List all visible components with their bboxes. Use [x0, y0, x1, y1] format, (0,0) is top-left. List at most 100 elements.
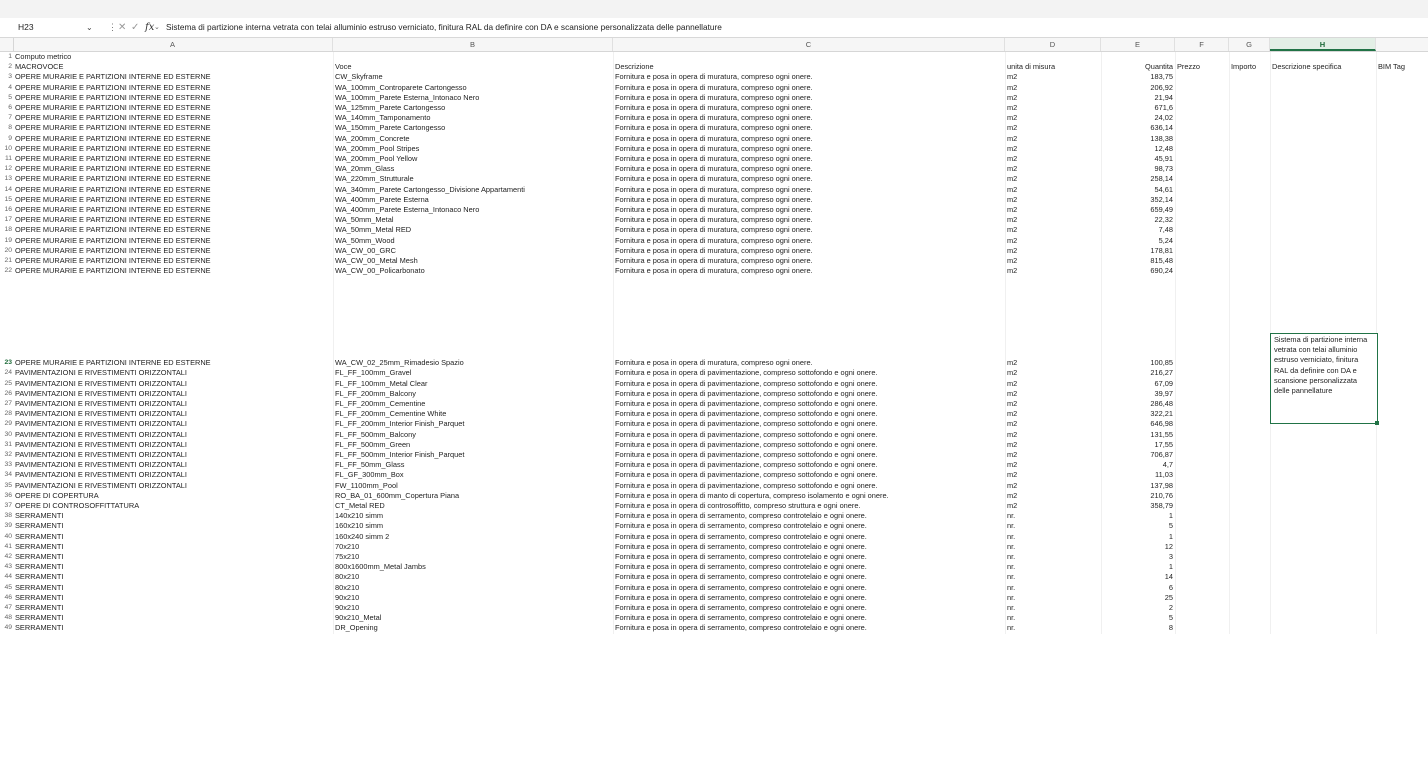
- cell-d[interactable]: m2: [1005, 481, 1101, 491]
- column-header-c[interactable]: C: [613, 38, 1005, 51]
- cell-a[interactable]: OPERE MURARIE E PARTIZIONI INTERNE ED ES…: [13, 134, 333, 144]
- cell-a[interactable]: OPERE MURARIE E PARTIZIONI INTERNE ED ES…: [13, 72, 333, 82]
- cell-c[interactable]: Fornitura e posa in opera di muratura, c…: [613, 215, 1005, 225]
- cell-b[interactable]: WA_20mm_Glass: [333, 164, 613, 174]
- row-number[interactable]: 3: [0, 72, 13, 82]
- cell-e[interactable]: 98,73: [1101, 164, 1175, 174]
- cell-b[interactable]: FL_FF_500mm_Balcony: [333, 430, 613, 440]
- row-number[interactable]: 19: [0, 236, 13, 246]
- cell-d[interactable]: nr.: [1005, 542, 1101, 552]
- row-number[interactable]: 42: [0, 552, 13, 562]
- cell-c[interactable]: Fornitura e posa in opera di muratura, c…: [613, 195, 1005, 205]
- cell-a[interactable]: SERRAMENTI: [13, 603, 333, 613]
- cell-d[interactable]: m2: [1005, 409, 1101, 419]
- row-number[interactable]: 11: [0, 154, 13, 164]
- cell-b[interactable]: WA_50mm_Metal: [333, 215, 613, 225]
- cell-c[interactable]: Fornitura e posa in opera di muratura, c…: [613, 205, 1005, 215]
- cell-b[interactable]: WA_100mm_Controparete Cartongesso: [333, 83, 613, 93]
- row-number[interactable]: 47: [0, 603, 13, 613]
- cell-c[interactable]: Fornitura e posa in opera di pavimentazi…: [613, 460, 1005, 470]
- cell-g[interactable]: Importo: [1229, 62, 1270, 72]
- cell-d[interactable]: m2: [1005, 399, 1101, 409]
- row-number[interactable]: 36: [0, 491, 13, 501]
- row-number[interactable]: 34: [0, 470, 13, 480]
- cell-a[interactable]: PAVIMENTAZIONI E RIVESTIMENTI ORIZZONTAL…: [13, 379, 333, 389]
- cell-b[interactable]: WA_100mm_Parete Esterna_Intonaco Nero: [333, 93, 613, 103]
- cell-c[interactable]: Fornitura e posa in opera di muratura, c…: [613, 225, 1005, 235]
- cell-b[interactable]: WA_200mm_Pool Yellow: [333, 154, 613, 164]
- cell-c[interactable]: Fornitura e posa in opera di controsoffi…: [613, 501, 1005, 511]
- cell-d[interactable]: m2: [1005, 144, 1101, 154]
- formula-expand-icon[interactable]: ⌄: [154, 18, 160, 37]
- cell-b[interactable]: WA_CW_00_Metal Mesh: [333, 256, 613, 266]
- cell-e[interactable]: 100,85: [1101, 358, 1175, 368]
- row-number[interactable]: 16: [0, 205, 13, 215]
- cell-b[interactable]: WA_CW_02_25mm_Rimadesio Spazio: [333, 358, 613, 368]
- cell-b[interactable]: RO_BA_01_600mm_Copertura Piana: [333, 491, 613, 501]
- cell-e[interactable]: 5: [1101, 521, 1175, 531]
- cell-e[interactable]: 22,32: [1101, 215, 1175, 225]
- row-number[interactable]: 32: [0, 450, 13, 460]
- cell-d[interactable]: m2: [1005, 430, 1101, 440]
- cell-d[interactable]: m2: [1005, 174, 1101, 184]
- cell-d[interactable]: m2: [1005, 123, 1101, 133]
- cell-e[interactable]: Quantita: [1101, 62, 1175, 72]
- cell-f[interactable]: Prezzo: [1175, 62, 1229, 72]
- cell-e[interactable]: 25: [1101, 593, 1175, 603]
- cell-a[interactable]: OPERE MURARIE E PARTIZIONI INTERNE ED ES…: [13, 164, 333, 174]
- cell-a[interactable]: PAVIMENTAZIONI E RIVESTIMENTI ORIZZONTAL…: [13, 399, 333, 409]
- cell-e[interactable]: 183,75: [1101, 72, 1175, 82]
- cell-i[interactable]: BIM Tag: [1376, 62, 1428, 72]
- row-number[interactable]: 22: [0, 266, 13, 276]
- cell-c[interactable]: Fornitura e posa in opera di muratura, c…: [613, 103, 1005, 113]
- row-number[interactable]: 21: [0, 256, 13, 266]
- column-header-d[interactable]: D: [1005, 38, 1101, 51]
- row-number[interactable]: 25: [0, 379, 13, 389]
- cell-d[interactable]: m2: [1005, 419, 1101, 429]
- cell-c[interactable]: Fornitura e posa in opera di serramento,…: [613, 542, 1005, 552]
- cell-a[interactable]: SERRAMENTI: [13, 593, 333, 603]
- cell-b[interactable]: FL_FF_200mm_Balcony: [333, 389, 613, 399]
- row-number[interactable]: 15: [0, 195, 13, 205]
- cell-d[interactable]: m2: [1005, 379, 1101, 389]
- cell-a[interactable]: PAVIMENTAZIONI E RIVESTIMENTI ORIZZONTAL…: [13, 409, 333, 419]
- row-number[interactable]: 30: [0, 430, 13, 440]
- cell-c[interactable]: Fornitura e posa in opera di muratura, c…: [613, 83, 1005, 93]
- row-number[interactable]: 12: [0, 164, 13, 174]
- cell-c[interactable]: Fornitura e posa in opera di pavimentazi…: [613, 389, 1005, 399]
- cell-a[interactable]: OPERE MURARIE E PARTIZIONI INTERNE ED ES…: [13, 185, 333, 195]
- cell-a[interactable]: OPERE MURARIE E PARTIZIONI INTERNE ED ES…: [13, 174, 333, 184]
- cell-d[interactable]: m2: [1005, 358, 1101, 368]
- cell-a[interactable]: PAVIMENTAZIONI E RIVESTIMENTI ORIZZONTAL…: [13, 450, 333, 460]
- row-number[interactable]: 41: [0, 542, 13, 552]
- cell-b[interactable]: FL_GF_300mm_Box: [333, 470, 613, 480]
- cell-d[interactable]: m2: [1005, 256, 1101, 266]
- cell-c[interactable]: Fornitura e posa in opera di pavimentazi…: [613, 481, 1005, 491]
- cell-c[interactable]: Fornitura e posa in opera di serramento,…: [613, 552, 1005, 562]
- row-number[interactable]: 26: [0, 389, 13, 399]
- more-options-icon[interactable]: ⋮: [108, 18, 117, 37]
- cell-e[interactable]: 11,03: [1101, 470, 1175, 480]
- cell-d[interactable]: nr.: [1005, 532, 1101, 542]
- cell-d[interactable]: m2: [1005, 154, 1101, 164]
- cell-c[interactable]: Fornitura e posa in opera di pavimentazi…: [613, 368, 1005, 378]
- cell-a[interactable]: OPERE DI COPERTURA: [13, 491, 333, 501]
- row-number[interactable]: 23: [0, 358, 13, 368]
- cell-a[interactable]: OPERE MURARIE E PARTIZIONI INTERNE ED ES…: [13, 236, 333, 246]
- row-number[interactable]: 1: [0, 52, 13, 62]
- cell-a[interactable]: OPERE MURARIE E PARTIZIONI INTERNE ED ES…: [13, 215, 333, 225]
- cell-d[interactable]: nr.: [1005, 511, 1101, 521]
- cell-c[interactable]: Fornitura e posa in opera di muratura, c…: [613, 134, 1005, 144]
- cell-d[interactable]: m2: [1005, 83, 1101, 93]
- cell-b[interactable]: 80x210: [333, 583, 613, 593]
- cell-d[interactable]: m2: [1005, 185, 1101, 195]
- cell-c[interactable]: Fornitura e posa in opera di muratura, c…: [613, 236, 1005, 246]
- cell-e[interactable]: 45,91: [1101, 154, 1175, 164]
- cell-a[interactable]: OPERE MURARIE E PARTIZIONI INTERNE ED ES…: [13, 266, 333, 276]
- cell-e[interactable]: 636,14: [1101, 123, 1175, 133]
- cell-e[interactable]: 286,48: [1101, 399, 1175, 409]
- cell-c[interactable]: Fornitura e posa in opera di pavimentazi…: [613, 430, 1005, 440]
- cell-c[interactable]: Fornitura e posa in opera di serramento,…: [613, 562, 1005, 572]
- cell-d[interactable]: m2: [1005, 195, 1101, 205]
- cell-b[interactable]: 90x210_Metal: [333, 613, 613, 623]
